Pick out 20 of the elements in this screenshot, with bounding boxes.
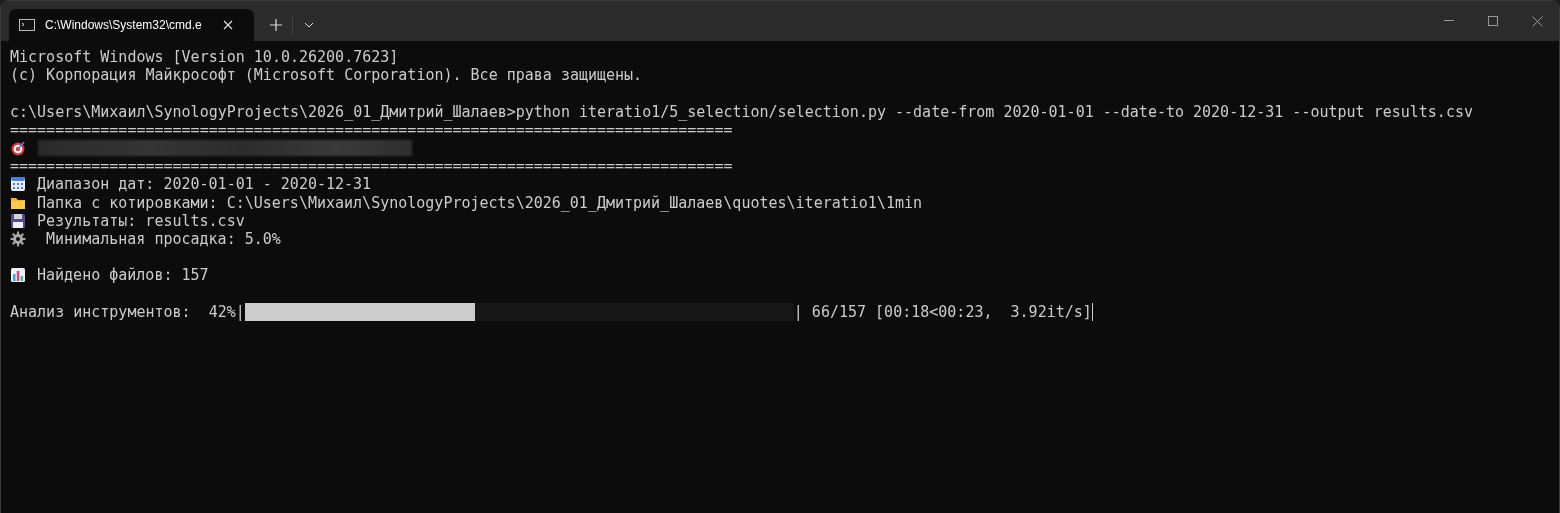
console-line: ================================================================================ <box>10 120 733 139</box>
console-line: (c) Корпорация Майкрософт (Microsoft Corporation). Все права защищены. <box>10 66 643 85</box>
console-line: Папка с котировками: C:\Users\Михаил\SynologyProjects\2026_01_Дмитрий_Шалаев\quotes\iteratio1\1min <box>37 193 922 212</box>
calendar-icon <box>10 176 28 193</box>
tab-title: C:\Windows\System32\cmd.e <box>45 18 202 32</box>
console-line: c:\Users\Михаил\SynologyProjects\2026_01_Дмитрий_Шалаев>python iteratio1/5_selection/selection.py --date-from 2020-01-01 --date-to 2020-12-31 --output results.csv <box>10 102 1473 121</box>
progress-stats: | 66/157 [00:18<00:23, 3.92it/s] <box>793 302 1092 321</box>
terminal-tab[interactable]: C:\Windows\System32\cmd.e <box>9 9 254 41</box>
target-icon <box>10 140 28 157</box>
console-line: Microsoft Windows [Version 10.0.26200.7623] <box>10 48 399 67</box>
text-cursor <box>1091 302 1093 321</box>
progress-label: Анализ инструментов: 42%| <box>10 302 245 321</box>
console-line: Найдено файлов: 157 <box>37 266 209 285</box>
terminal-icon <box>19 19 35 31</box>
gear-icon <box>10 230 28 247</box>
console-line: Минимальная просадка: 5.0% <box>45 229 281 249</box>
console-line: Результаты: results.csv <box>37 211 245 230</box>
console-line: Диапазон дат: 2020-01-01 - 2020-12-31 <box>37 175 372 194</box>
console-line: ================================================================================ <box>10 157 733 176</box>
bar-chart-icon <box>10 267 28 284</box>
